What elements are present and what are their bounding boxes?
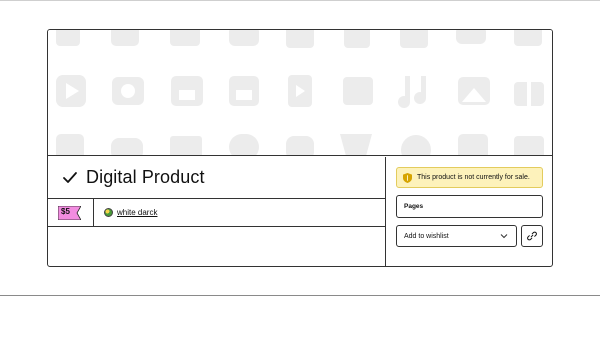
price-cell: $5	[48, 199, 94, 226]
cart-icon	[340, 134, 372, 155]
pages-label: Pages	[404, 203, 424, 210]
folder-icon	[400, 30, 428, 48]
notice-text: This product is not currently for sale.	[417, 174, 530, 181]
file-icon	[229, 30, 259, 46]
bottom-divider	[0, 295, 600, 296]
price-label: $5	[61, 207, 70, 216]
avatar	[104, 208, 113, 217]
smile-icon	[401, 135, 431, 155]
shield-icon	[403, 172, 412, 183]
camera-icon	[111, 30, 139, 46]
camera-icon	[456, 30, 486, 44]
not-for-sale-notice: This product is not currently for sale.	[396, 167, 543, 188]
wishlist-label: Add to wishlist	[404, 232, 449, 240]
pages-info-box: Pages	[396, 195, 543, 218]
gift-icon	[514, 30, 542, 46]
headphones-icon	[286, 136, 314, 155]
product-card: Digital Product $5 white darck This prod…	[47, 29, 553, 267]
link-icon	[527, 231, 537, 241]
check-icon	[63, 171, 77, 183]
at-icon	[229, 134, 259, 155]
product-cover-placeholder	[48, 30, 552, 156]
copy-link-button[interactable]	[521, 225, 543, 247]
creator-name[interactable]: white darck	[117, 208, 157, 217]
phone-icon	[56, 30, 80, 46]
add-to-wishlist-select[interactable]: Add to wishlist	[396, 225, 517, 247]
title-row: Digital Product	[48, 157, 385, 199]
cover-icon-pattern	[56, 30, 544, 155]
gamepad-icon	[111, 138, 143, 155]
creator-link[interactable]: white darck	[104, 208, 157, 217]
top-divider	[0, 0, 600, 1]
file-icon	[344, 30, 370, 48]
file-icon	[458, 134, 488, 155]
product-meta-row: $5 white darck	[48, 199, 385, 227]
purchase-sidebar: This product is not currently for sale. …	[385, 157, 552, 266]
ticket-icon	[514, 136, 544, 155]
product-info: Digital Product $5 white darck	[48, 157, 385, 266]
chevron-down-icon	[500, 234, 508, 239]
product-title: Digital Product	[86, 167, 205, 187]
mail-icon	[170, 136, 202, 155]
folder-icon	[343, 77, 373, 105]
gamepad-icon	[56, 134, 84, 155]
book-icon	[286, 30, 314, 48]
store-icon	[170, 30, 200, 46]
